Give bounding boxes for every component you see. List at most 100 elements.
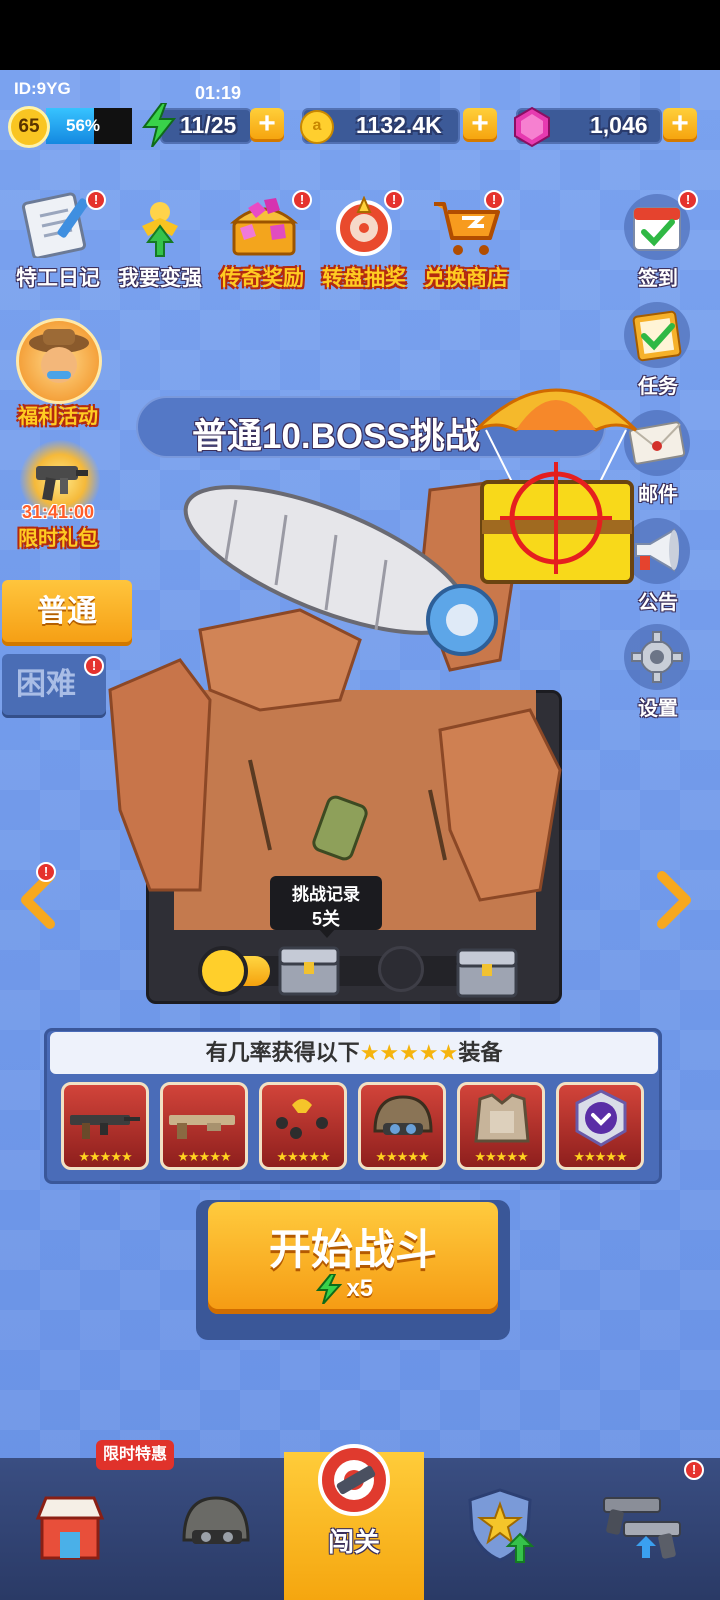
rewards-header-suffix: 装备: [458, 1040, 503, 1065]
battle-cost: x5: [315, 1273, 374, 1305]
smg-icon: [36, 466, 88, 501]
pack-label: 限时礼包: [18, 528, 98, 550]
top-menu-lucky-wheel[interactable]: ! 转盘抽奖: [314, 190, 414, 290]
menu-label: 我要变强: [118, 267, 202, 290]
menu-label: 特工日记: [16, 267, 100, 290]
tooltip-arrow: [318, 928, 336, 938]
lightning-icon: [315, 1273, 343, 1305]
coin-count: 1132.4K: [356, 112, 442, 138]
top-menu-agent-diary[interactable]: ! 特工日记: [8, 190, 108, 290]
welfare-label: 福利活动: [18, 406, 98, 428]
add-gems-button[interactable]: +: [663, 108, 697, 142]
helmet-gear-icon: [182, 1496, 250, 1544]
badge-icon: [575, 1089, 627, 1147]
coin-icon: a: [300, 110, 334, 144]
challenge-record-tooltip: 挑战记录 5关: [270, 876, 382, 930]
shotgun-icon: [169, 1115, 235, 1139]
add-coins-button[interactable]: +: [463, 108, 497, 142]
start-battle-label: 开始战斗: [268, 1226, 437, 1273]
reward-item-shotgun[interactable]: ★★★★★: [160, 1082, 248, 1170]
target-gun-icon: [318, 1444, 390, 1516]
reward-item-helmet[interactable]: ★★★★★: [358, 1082, 446, 1170]
reward-stars: ★★★★★: [474, 1149, 528, 1164]
chevron-right-icon: [657, 871, 691, 929]
final-chest-icon[interactable]: [454, 944, 520, 1000]
welfare-activity-button[interactable]: 福利活动: [8, 318, 108, 428]
rewards-header-stars: ★★★★★: [359, 1040, 459, 1065]
menu-label: 兑换商店: [424, 267, 508, 290]
welfare-avatar: [16, 318, 102, 404]
drone-icon: [276, 1099, 328, 1139]
gem-icon: [512, 106, 552, 153]
airship-boss-icon: [183, 485, 498, 656]
side-label: 签到: [638, 268, 678, 290]
exp-percent: 56%: [66, 116, 101, 135]
reward-stars: ★★★★★: [177, 1149, 231, 1164]
side-label: 设置: [638, 698, 678, 720]
record-label: 挑战记录: [292, 885, 360, 904]
battle-cost-value: x5: [346, 1275, 374, 1302]
notification-dot: !: [484, 190, 504, 210]
top-menu-exchange-shop[interactable]: ! 兑换商店: [416, 190, 516, 290]
gem-chest-icon: [229, 198, 299, 256]
shop-icon: [35, 1496, 105, 1560]
status-bar-area: [0, 0, 720, 70]
calendar-check-icon: [633, 207, 681, 251]
reward-item-badge[interactable]: ★★★★★: [556, 1082, 644, 1170]
reward-item-armor[interactable]: ★★★★★: [457, 1082, 545, 1170]
notification-dot: !: [292, 190, 312, 210]
rewards-header: 有几率获得以下★★★★★装备: [50, 1032, 658, 1074]
rifle-icon: [70, 1115, 140, 1139]
next-stage-button[interactable]: [652, 870, 702, 934]
shield-star-icon: [468, 1488, 535, 1563]
start-battle-button[interactable]: 开始战斗 x5: [208, 1202, 498, 1314]
nav-battle[interactable]: 闯关: [284, 1444, 424, 1600]
notebook-icon: [22, 192, 89, 258]
menu-label: 转盘抽奖: [322, 267, 406, 290]
lightning-icon: [142, 102, 177, 152]
right-menu-sign-in[interactable]: ! 签到: [618, 190, 698, 290]
nav-equipment[interactable]: [144, 1458, 284, 1600]
gem-count: 1,046: [590, 112, 648, 138]
limited-pack-button[interactable]: 31:41:00 限时礼包: [8, 438, 108, 550]
cowboy-character-icon: [29, 329, 89, 383]
reward-stars: ★★★★★: [573, 1149, 627, 1164]
player-level: 65: [18, 116, 40, 137]
reward-stars: ★★★★★: [78, 1149, 132, 1164]
airdrop-crate-icon: [474, 388, 638, 584]
energy-count: 11/25: [180, 112, 237, 138]
notification-dot: !: [684, 1460, 704, 1480]
nav-battle-label: 闯关: [327, 1527, 380, 1557]
nav-rank[interactable]: [430, 1458, 570, 1600]
right-menu-settings[interactable]: 设置: [618, 620, 698, 720]
top-menu-power-up[interactable]: 我要变强: [110, 190, 210, 290]
rewards-header-prefix: 有几率获得以下: [205, 1040, 360, 1065]
player-level-badge[interactable]: 65: [8, 106, 50, 148]
energy-timer: 01:19: [195, 83, 242, 103]
armor-icon: [474, 1093, 530, 1143]
reward-chest-icon[interactable]: [276, 940, 342, 998]
exp-bar: 56%: [46, 108, 132, 144]
nav-weapons[interactable]: [576, 1458, 720, 1600]
add-energy-button[interactable]: +: [250, 108, 284, 142]
helmet-icon: [373, 1095, 433, 1135]
notification-dot: !: [384, 190, 404, 210]
reward-item-drone[interactable]: ★★★★★: [259, 1082, 347, 1170]
menu-label: 传奇奖励: [220, 267, 304, 290]
reward-stars: ★★★★★: [276, 1149, 330, 1164]
reward-stars: ★★★★★: [375, 1149, 429, 1164]
reward-item-rifle[interactable]: ★★★★★: [61, 1082, 149, 1170]
pistols-icon: [603, 1497, 681, 1559]
progress-mid-node: [378, 946, 424, 992]
player-id: ID:9YG: [14, 79, 71, 98]
notification-dot: !: [36, 862, 56, 882]
stage-title: 普通10.BOSS挑战: [192, 417, 480, 456]
notification-dot: !: [86, 190, 106, 210]
task-check-icon: [632, 310, 682, 362]
notification-dot: !: [678, 190, 698, 210]
gear-icon: [631, 631, 683, 683]
top-menu-legendary-reward[interactable]: ! 传奇奖励: [212, 190, 312, 290]
power-up-icon: [142, 202, 178, 257]
pack-timer: 31:41:00: [21, 502, 95, 522]
nav-shop[interactable]: [0, 1458, 140, 1600]
